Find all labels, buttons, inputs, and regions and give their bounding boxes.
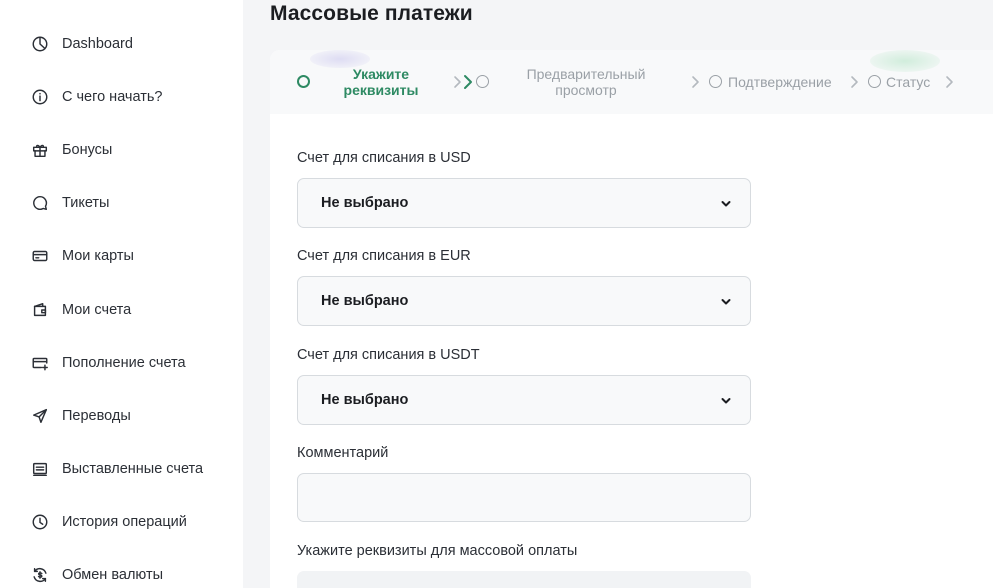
- usd-account-value: Не выбрано: [321, 195, 409, 211]
- invoice-icon: [30, 459, 50, 479]
- sidebar-item-exchange[interactable]: Обмен валюты: [30, 563, 163, 587]
- sidebar-item-history[interactable]: История операций: [30, 510, 187, 534]
- eur-account-value: Не выбрано: [321, 293, 409, 309]
- sidebar-item-label: С чего начать?: [62, 89, 163, 105]
- comment-input[interactable]: [297, 473, 751, 522]
- sidebar-item-bonuses[interactable]: Бонусы: [30, 138, 112, 162]
- step-label-details[interactable]: Укажите реквизиты: [332, 66, 430, 98]
- chat-bubble-icon: [30, 193, 50, 213]
- sidebar-item-label: Мои карты: [62, 248, 134, 264]
- usdt-account-value: Не выбрано: [321, 392, 409, 408]
- gift-icon: [30, 140, 50, 160]
- comment-label: Комментарий: [297, 445, 389, 461]
- chevron-down-icon: [720, 394, 732, 406]
- dashboard-pie-icon: [30, 34, 50, 54]
- usdt-account-select[interactable]: Не выбрано: [297, 375, 751, 425]
- sidebar-item-label: Переводы: [62, 408, 131, 424]
- card-icon: [30, 246, 50, 266]
- chevron-down-icon: [720, 295, 732, 307]
- step-indicator: [709, 75, 722, 88]
- exchange-icon: [30, 565, 50, 585]
- sidebar: Dashboard С чего начать? Бонусы Тикеты М…: [0, 0, 243, 588]
- chevron-right-icon: [849, 74, 861, 95]
- info-icon: [30, 87, 50, 107]
- sidebar-item-invoices[interactable]: Выставленные счета: [30, 457, 203, 481]
- payment-details-input[interactable]: [297, 571, 751, 588]
- sidebar-item-transfers[interactable]: Переводы: [30, 404, 131, 428]
- chevron-right-icon: [690, 74, 702, 95]
- stepper: Укажите реквизиты Предварительный просмо…: [270, 50, 993, 114]
- sidebar-item-label: Мои счета: [62, 302, 132, 318]
- step-indicator: [868, 75, 881, 88]
- eur-account-label: Счет для списания в EUR: [297, 248, 471, 264]
- step-label-confirmation[interactable]: Подтверждение: [728, 74, 832, 90]
- card-add-icon: [30, 353, 50, 373]
- sidebar-item-label: Бонусы: [62, 142, 113, 158]
- sidebar-item-my-cards[interactable]: Мои карты: [30, 244, 134, 268]
- wallet-icon: [30, 300, 50, 320]
- sidebar-item-dashboard[interactable]: Dashboard: [30, 32, 133, 56]
- eur-account-select[interactable]: Не выбрано: [297, 276, 751, 326]
- step-label-status[interactable]: Статус: [886, 74, 930, 90]
- payment-details-label: Укажите реквизиты для массовой оплаты: [297, 543, 578, 559]
- sidebar-item-top-up[interactable]: Пополнение счета: [30, 351, 186, 375]
- chevron-right-icon: [944, 74, 956, 95]
- usd-account-label: Счет для списания в USD: [297, 150, 471, 166]
- sidebar-item-label: История операций: [62, 514, 187, 530]
- sidebar-item-getting-started[interactable]: С чего начать?: [30, 85, 163, 109]
- sidebar-item-label: Выставленные счета: [62, 461, 204, 477]
- chevron-down-icon: [720, 197, 732, 209]
- chevron-right-icon: [462, 73, 474, 96]
- step-label-preview[interactable]: Предварительный просмотр: [516, 66, 656, 98]
- sidebar-item-label: Тикеты: [62, 195, 110, 211]
- step-indicator: [476, 75, 489, 88]
- sidebar-item-label: Пополнение счета: [62, 355, 186, 371]
- stepper-decoration: [870, 50, 940, 72]
- mass-payments-card: Укажите реквизиты Предварительный просмо…: [270, 50, 993, 588]
- sidebar-item-label: Обмен валюты: [62, 567, 164, 583]
- page-title: Массовые платежи: [270, 2, 473, 25]
- usdt-account-label: Счет для списания в USDT: [297, 347, 480, 363]
- sidebar-item-tickets[interactable]: Тикеты: [30, 191, 109, 215]
- sidebar-item-label: Dashboard: [62, 36, 133, 52]
- usd-account-select[interactable]: Не выбрано: [297, 178, 751, 228]
- send-icon: [30, 406, 50, 426]
- sidebar-item-my-accounts[interactable]: Мои счета: [30, 298, 131, 322]
- step-indicator-active: [297, 75, 310, 88]
- clock-icon: [30, 512, 50, 532]
